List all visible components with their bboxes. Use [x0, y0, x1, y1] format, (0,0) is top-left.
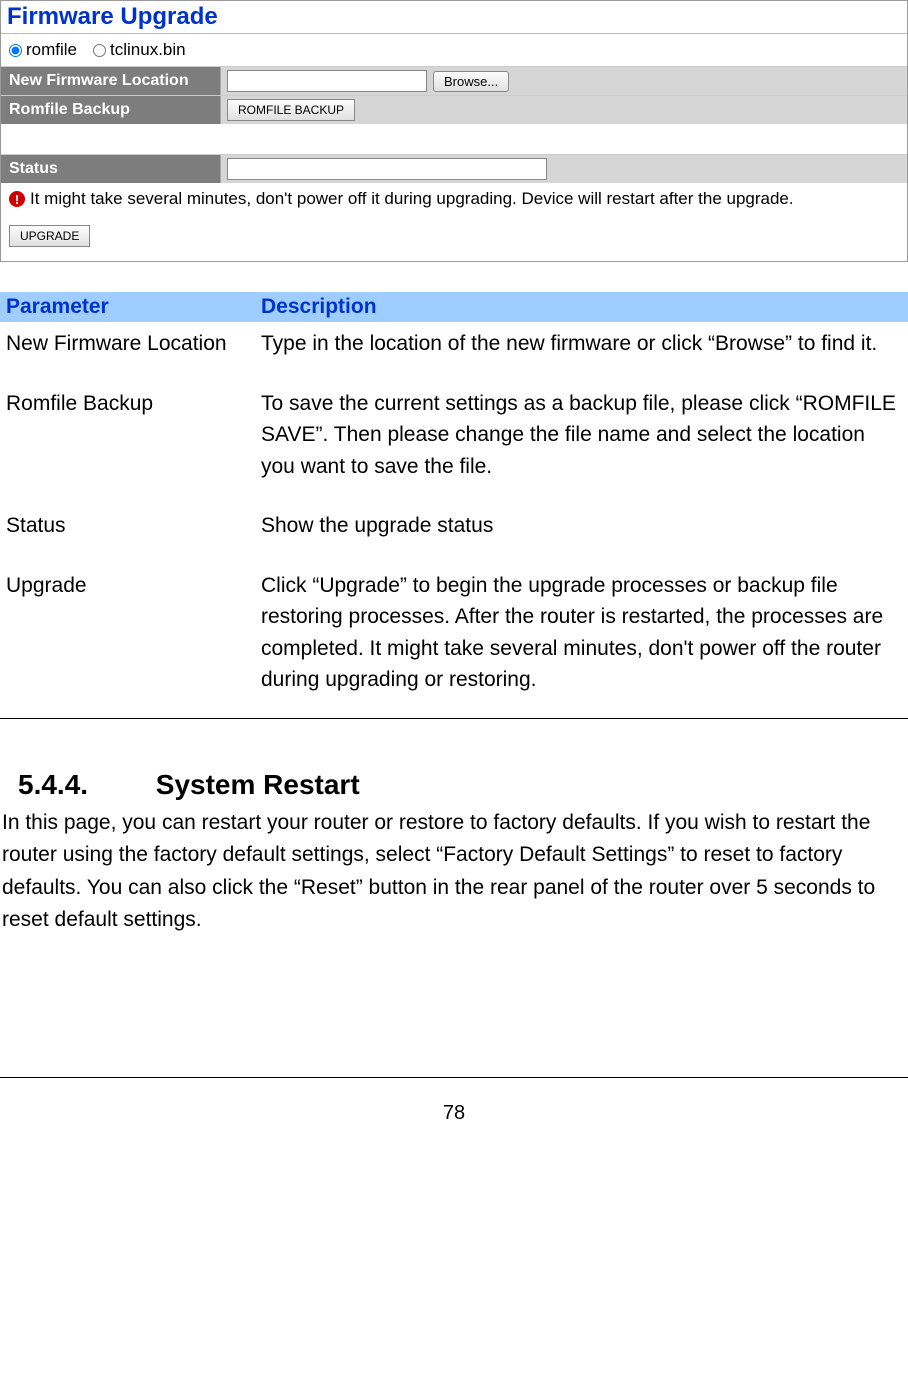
table-row: Status Show the upgrade status [0, 504, 908, 564]
radio-romfile-input[interactable] [9, 44, 22, 57]
col-description: Description [255, 292, 908, 322]
spacer [1, 124, 907, 154]
param-cell: Romfile Backup [0, 382, 255, 505]
param-cell: New Firmware Location [0, 322, 255, 382]
row-status: Status [1, 154, 907, 183]
warning-text: It might take several minutes, don't pow… [30, 189, 794, 209]
table-row: Romfile Backup To save the current setti… [0, 382, 908, 505]
firmware-upgrade-panel: Firmware Upgrade romfile tclinux.bin New… [0, 0, 908, 262]
panel-title: Firmware Upgrade [1, 1, 907, 34]
upgrade-row: UPGRADE [1, 215, 907, 261]
status-field [227, 158, 547, 180]
radio-romfile-label: romfile [26, 40, 77, 60]
radio-romfile[interactable]: romfile [9, 40, 77, 60]
page-number: 78 [443, 1102, 465, 1124]
section-body: In this page, you can restart your route… [0, 807, 908, 937]
radio-tclinux[interactable]: tclinux.bin [93, 40, 186, 60]
row-romfile-backup: Romfile Backup ROMFILE BACKUP [1, 95, 907, 124]
table-row: New Firmware Location Type in the locati… [0, 322, 908, 382]
upgrade-button[interactable]: UPGRADE [9, 225, 90, 247]
row-new-firmware: New Firmware Location Browse... [1, 66, 907, 95]
section-title: System Restart [156, 769, 360, 800]
desc-cell: Click “Upgrade” to begin the upgrade pro… [255, 564, 908, 719]
radio-tclinux-input[interactable] [93, 44, 106, 57]
desc-cell: Type in the location of the new firmware… [255, 322, 908, 382]
file-type-radio-group: romfile tclinux.bin [1, 34, 907, 66]
param-cell: Upgrade [0, 564, 255, 719]
desc-cell: Show the upgrade status [255, 504, 908, 564]
new-firmware-input[interactable] [227, 70, 427, 92]
radio-tclinux-label: tclinux.bin [110, 40, 186, 60]
parameter-table: Parameter Description New Firmware Locat… [0, 292, 908, 719]
table-row: Upgrade Click “Upgrade” to begin the upg… [0, 564, 908, 719]
browse-button[interactable]: Browse... [433, 71, 509, 92]
romfile-backup-button[interactable]: ROMFILE BACKUP [227, 99, 355, 121]
warning-icon: ! [9, 191, 25, 207]
col-parameter: Parameter [0, 292, 255, 322]
section-heading: 5.4.4. System Restart [0, 769, 908, 807]
page-footer: 78 [0, 1077, 908, 1125]
param-cell: Status [0, 504, 255, 564]
new-firmware-label: New Firmware Location [1, 67, 221, 95]
romfile-backup-label: Romfile Backup [1, 96, 221, 124]
section-number: 5.4.4. [18, 769, 148, 801]
status-label: Status [1, 155, 221, 183]
desc-cell: To save the current settings as a backup… [255, 382, 908, 505]
warning-row: ! It might take several minutes, don't p… [1, 183, 907, 215]
